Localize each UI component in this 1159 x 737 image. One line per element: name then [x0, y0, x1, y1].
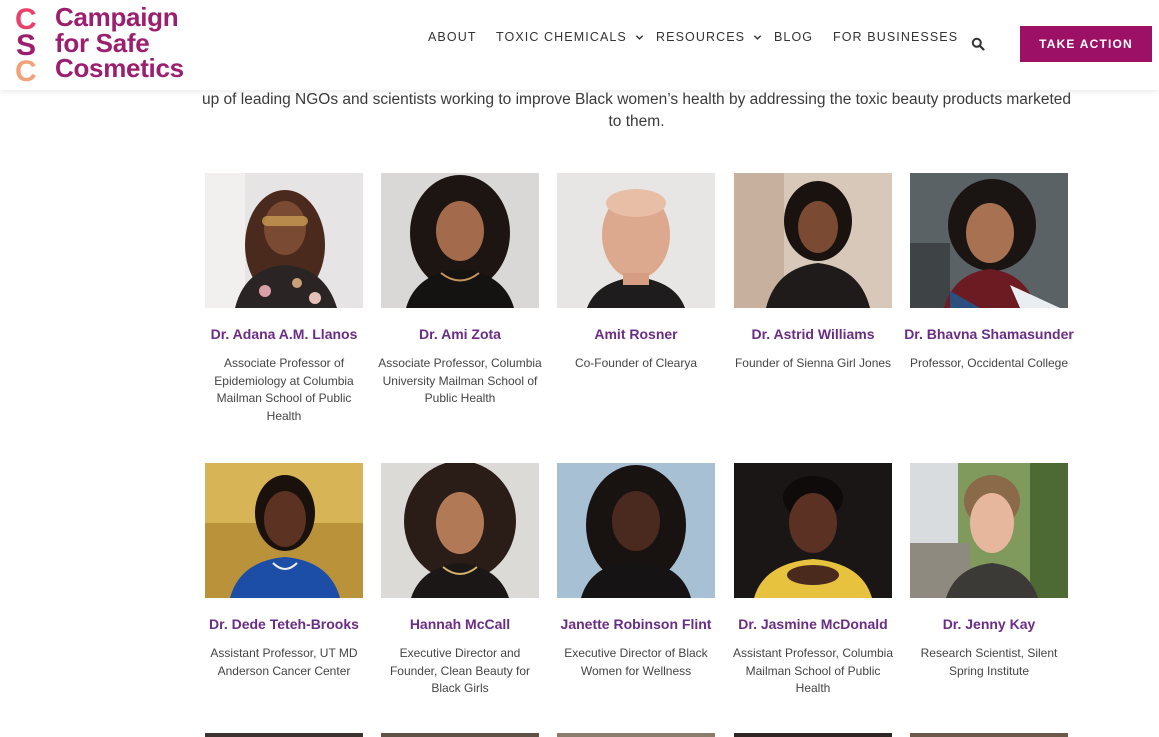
logo-line-3: Cosmetics: [55, 53, 184, 83]
member-name: Dr. Ami Zota: [419, 326, 501, 342]
search-icon[interactable]: [971, 37, 985, 51]
csc-logo-mark: C S C: [15, 5, 37, 83]
chevron-down-icon: [635, 34, 644, 40]
member-photo-partial: [557, 733, 715, 737]
member-photo: [734, 173, 892, 308]
member-card[interactable]: Dr. Jasmine McDonald Assistant Professor…: [725, 463, 901, 698]
member-role: Assistant Professor, Columbia Mailman Sc…: [732, 646, 894, 695]
member-photo: [734, 463, 892, 598]
member-name: Dr. Jasmine McDonald: [738, 616, 888, 632]
member-card[interactable]: Dr. Adana A.M. Llanos Associate Professo…: [196, 173, 372, 425]
take-action-button[interactable]: TAKE ACTION: [1020, 26, 1152, 62]
member-role: Founder of Sienna Girl Jones: [734, 356, 892, 370]
member-name: Dr. Dede Teteh-Brooks: [209, 616, 359, 632]
member-role: Executive Director of Black Women for We…: [564, 646, 708, 678]
intro-text: up of leading NGOs and scientists workin…: [201, 91, 1072, 130]
member-card[interactable]: Dr. Ami Zota Associate Professor, Columb…: [372, 173, 548, 408]
member-role: Research Scientist, Silent Spring Instit…: [920, 646, 1058, 678]
member-photo-partial: [910, 733, 1068, 737]
chevron-down-icon: [753, 34, 762, 40]
member-photo: [910, 173, 1068, 308]
site-logo[interactable]: C S C Campaign for Safe Cosmetics: [14, 2, 214, 83]
member-name: Hannah McCall: [409, 616, 511, 632]
member-photo: [205, 173, 363, 308]
logo-wordmark: Campaign for Safe Cosmetics: [55, 2, 184, 83]
member-role: Executive Director and Founder, Clean Be…: [389, 646, 531, 695]
member-role: Associate Professor, Columbia University…: [378, 356, 542, 405]
site-header: C S C Campaign for Safe Cosmetics ABOUT …: [0, 0, 1159, 90]
svg-text:C: C: [15, 55, 37, 83]
member-photo-partial: [734, 733, 892, 737]
member-name: Janette Robinson Flint: [560, 616, 712, 632]
member-role: Professor, Occidental College: [909, 356, 1069, 370]
nav-item-resources[interactable]: RESOURCES: [656, 30, 762, 44]
member-photo: [557, 463, 715, 598]
member-photo-partial: [381, 733, 539, 737]
nav-label: ABOUT: [428, 30, 477, 44]
nav-item-about[interactable]: ABOUT: [428, 30, 477, 44]
member-name: Dr. Astrid Williams: [751, 326, 875, 342]
member-photo: [205, 463, 363, 598]
nav-item-toxic-chemicals[interactable]: TOXIC CHEMICALS: [496, 30, 644, 44]
nav-label: FOR BUSINESSES: [833, 30, 959, 44]
member-card[interactable]: Janette Robinson Flint Executive Directo…: [548, 463, 724, 680]
member-card[interactable]: Amit Rosner Co-Founder of Clearya: [548, 173, 724, 373]
member-role: Associate Professor of Epidemiology at C…: [214, 356, 354, 423]
member-role: Co-Founder of Clearya: [574, 356, 698, 370]
member-photo: [557, 173, 715, 308]
nav-label: RESOURCES: [656, 30, 746, 44]
member-card[interactable]: Hannah McCall Executive Director and Fou…: [372, 463, 548, 698]
member-card[interactable]: Dr. Astrid Williams Founder of Sienna Gi…: [725, 173, 901, 373]
member-card[interactable]: Dr. Jenny Kay Research Scientist, Silent…: [901, 463, 1077, 680]
logo-line-1: Campaign: [55, 2, 179, 32]
nav-item-blog[interactable]: BLOG: [774, 30, 813, 44]
nav-label: TOXIC CHEMICALS: [496, 30, 627, 44]
member-photo: [910, 463, 1068, 598]
nav-label: BLOG: [774, 30, 814, 44]
nav-item-for-businesses[interactable]: FOR BUSINESSES: [833, 30, 958, 44]
member-photo-partial: [205, 733, 363, 737]
member-photo: [381, 173, 539, 308]
member-name: Amit Rosner: [594, 326, 678, 342]
member-name: Dr. Bhavna Shamasunder: [904, 326, 1074, 342]
member-card[interactable]: Dr. Dede Teteh-Brooks Assistant Professo…: [196, 463, 372, 680]
member-photo: [381, 463, 539, 598]
member-card[interactable]: Dr. Bhavna Shamasunder Professor, Occide…: [901, 173, 1077, 373]
member-role: Assistant Professor, UT MD Anderson Canc…: [210, 646, 358, 678]
member-name: Dr. Adana A.M. Llanos: [210, 326, 358, 342]
member-name: Dr. Jenny Kay: [942, 616, 1036, 632]
